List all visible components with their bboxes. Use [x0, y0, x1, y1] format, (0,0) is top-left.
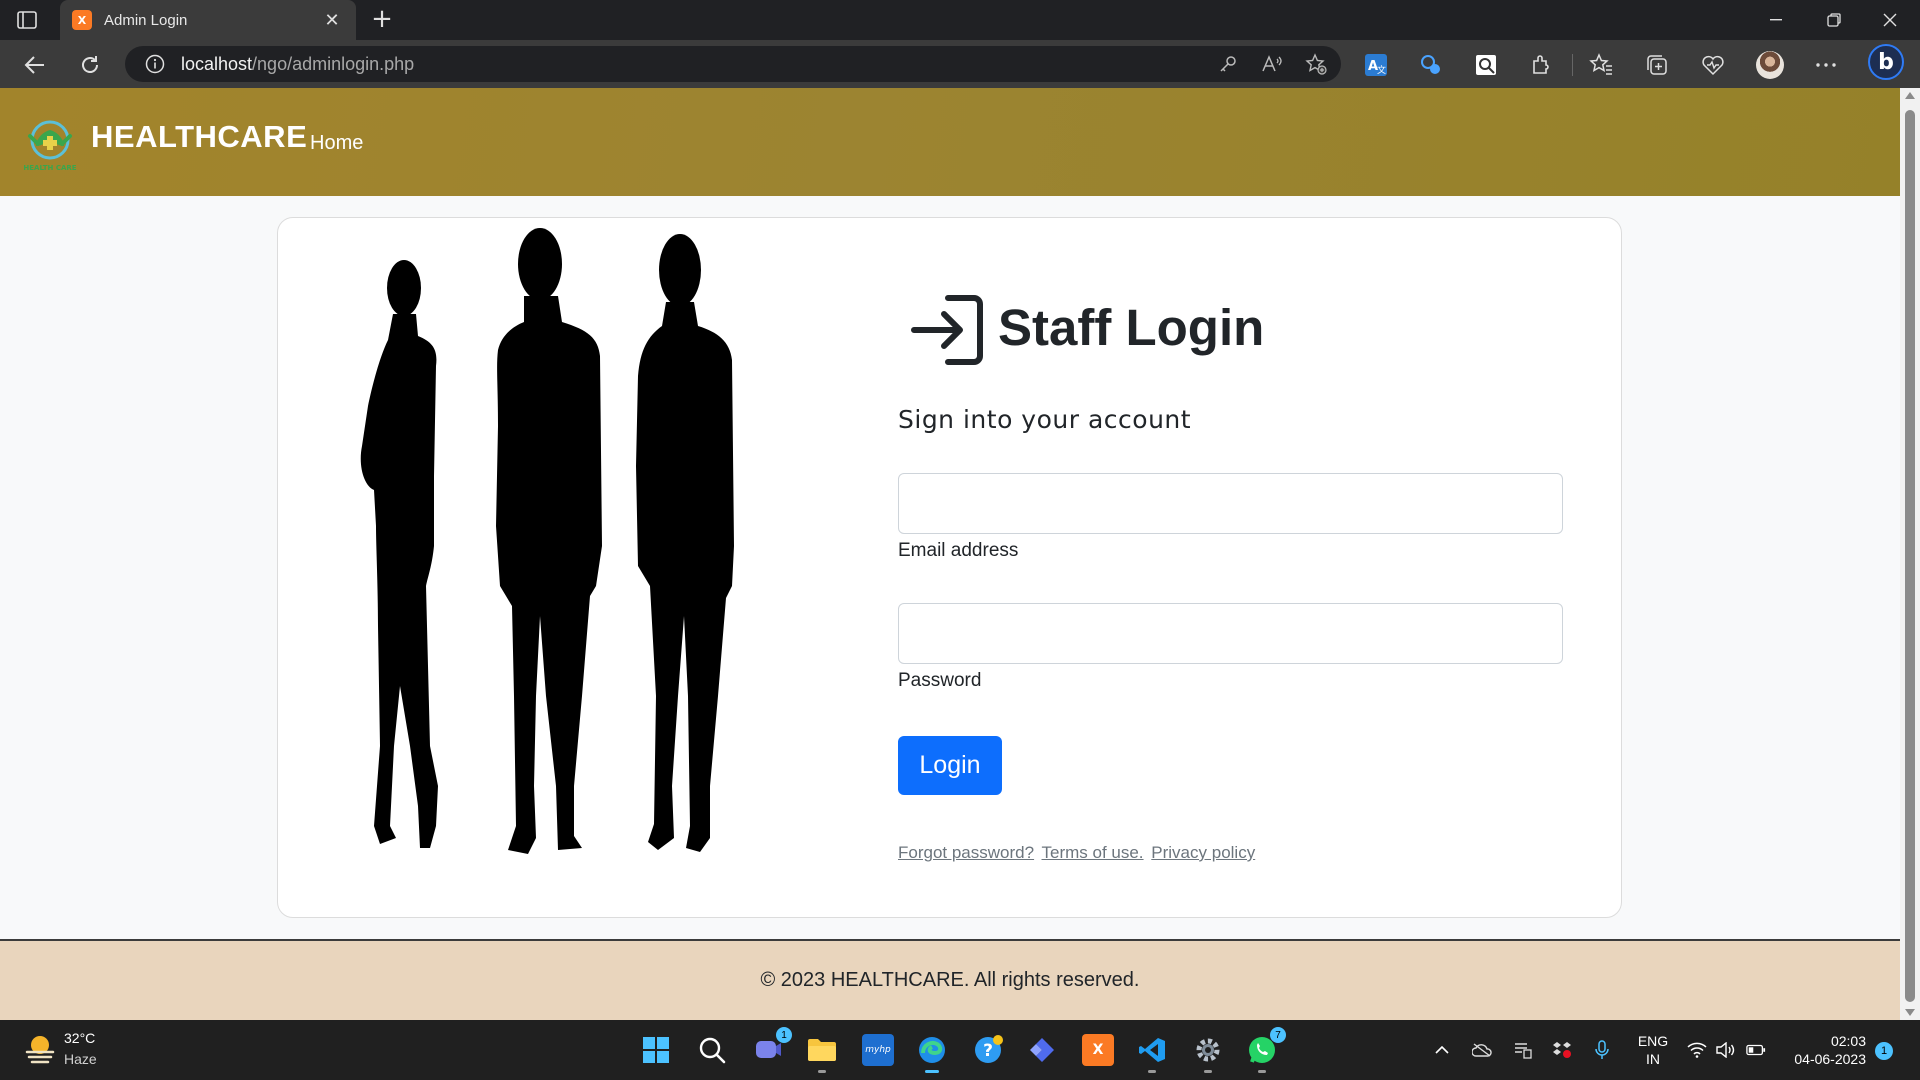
svg-text:?: ? — [983, 1041, 993, 1061]
staff-silhouettes-image — [360, 228, 734, 854]
site-footer: © 2023 HEALTHCARE. All rights reserved. — [0, 939, 1900, 1020]
back-button[interactable] — [20, 50, 50, 80]
staff-login-title: Staff Login — [998, 299, 1265, 356]
scroll-up-arrow-icon[interactable] — [1905, 92, 1915, 99]
show-hidden-icons-chevron-icon[interactable] — [1432, 1040, 1452, 1060]
browser-toolbar: localhost/ngo/adminlogin.php A文 — [0, 40, 1920, 88]
bing-chat-icon[interactable]: b — [1868, 44, 1904, 80]
page-scrollbar[interactable] — [1900, 88, 1920, 1020]
notification-badge[interactable]: 1 — [1875, 1042, 1893, 1060]
read-aloud-icon[interactable] — [1259, 52, 1285, 76]
extensions-puzzle-icon[interactable] — [1528, 52, 1554, 78]
weather-description[interactable]: Haze — [64, 1051, 97, 1067]
extension-icon[interactable] — [1418, 52, 1444, 78]
wifi-icon[interactable] — [1687, 1040, 1707, 1060]
refresh-button[interactable] — [75, 50, 105, 80]
dropbox-icon[interactable] — [1552, 1040, 1572, 1060]
display-cast-icon[interactable] — [1513, 1040, 1533, 1060]
toolbar-separator — [1572, 54, 1573, 76]
region-code: IN — [1646, 1051, 1660, 1067]
microphone-icon[interactable] — [1592, 1040, 1612, 1060]
haze-weather-icon[interactable] — [24, 1034, 56, 1064]
healthcare-logo-icon[interactable]: HEALTH CARE — [22, 116, 82, 174]
login-card: Staff Login Sign into your account Email… — [277, 217, 1622, 918]
password-input[interactable] — [898, 603, 1563, 664]
edge-browser-icon[interactable] — [916, 1034, 948, 1073]
key-icon[interactable] — [1215, 52, 1241, 76]
power-automate-icon[interactable] — [1026, 1034, 1058, 1066]
vscode-icon[interactable] — [1136, 1034, 1168, 1073]
close-tab-icon[interactable]: ✕ — [320, 10, 344, 31]
active-indicator — [925, 1070, 939, 1073]
xampp-app-icon[interactable]: X — [1082, 1034, 1114, 1066]
language-code: ENG — [1637, 1033, 1669, 1049]
tab-title: Admin Login — [104, 11, 188, 29]
settings-gear-icon[interactable] — [1192, 1034, 1224, 1073]
volume-icon[interactable] — [1716, 1040, 1736, 1060]
nav-link-home[interactable]: Home — [310, 132, 363, 155]
restore-button[interactable] — [1806, 0, 1862, 40]
myhp-app-icon[interactable]: myhp — [862, 1034, 894, 1066]
teams-chat-icon[interactable]: 1 — [752, 1027, 792, 1066]
privacy-policy-link[interactable]: Privacy policy — [1151, 843, 1255, 862]
whatsapp-icon[interactable]: 7 — [1246, 1027, 1286, 1073]
add-favorite-icon[interactable] — [1303, 52, 1329, 76]
site-navbar: HEALTH CARE HEALTHCARE Home — [0, 88, 1900, 196]
profile-avatar[interactable] — [1756, 51, 1784, 79]
weather-temperature[interactable]: 32°C — [64, 1030, 95, 1046]
whatsapp-badge: 7 — [1270, 1027, 1286, 1043]
address-bar[interactable]: localhost/ngo/adminlogin.php — [125, 46, 1341, 82]
scroll-down-arrow-icon[interactable] — [1905, 1009, 1915, 1016]
running-indicator — [1204, 1070, 1212, 1073]
login-button[interactable]: Login — [898, 736, 1002, 795]
email-input[interactable] — [898, 473, 1563, 534]
page-viewport: HEALTH CARE HEALTHCARE Home Staff Login … — [0, 88, 1900, 1020]
more-options-icon[interactable] — [1813, 52, 1839, 78]
new-tab-button[interactable]: + — [368, 6, 396, 34]
running-indicator — [818, 1070, 826, 1073]
scroll-thumb[interactable] — [1905, 110, 1915, 1002]
clock-date: 04-06-2023 — [1794, 1051, 1866, 1067]
clock-time: 02:03 — [1830, 1033, 1866, 1049]
onedrive-offline-icon[interactable] — [1472, 1040, 1492, 1060]
tab-actions-icon[interactable] — [16, 9, 38, 31]
running-indicator — [1258, 1070, 1266, 1073]
system-clock[interactable]: 02:03 04-06-2023 — [1786, 1032, 1866, 1068]
password-label: Password — [898, 670, 982, 691]
start-button[interactable] — [640, 1034, 672, 1066]
windows-taskbar: 32°C Haze 1 myhp ? X 7 ENG IN 02:03 04-0… — [0, 1020, 1920, 1080]
xampp-favicon-icon: X — [72, 10, 92, 30]
teams-badge: 1 — [776, 1027, 792, 1043]
get-help-icon[interactable]: ? — [972, 1034, 1004, 1066]
collections-icon[interactable] — [1644, 52, 1670, 78]
logo-text: HEALTH CARE — [23, 164, 76, 172]
close-window-button[interactable] — [1862, 0, 1918, 40]
file-explorer-icon[interactable] — [806, 1034, 838, 1073]
login-arrow-icon — [911, 295, 983, 365]
favorites-icon[interactable] — [1588, 52, 1614, 78]
language-indicator[interactable]: ENG IN — [1636, 1032, 1670, 1068]
battery-icon[interactable] — [1746, 1040, 1766, 1060]
browser-tab-active[interactable]: X Admin Login ✕ — [60, 0, 356, 40]
translate-icon[interactable]: A文 — [1363, 52, 1389, 78]
login-links: Forgot password? Terms of use. Privacy p… — [898, 843, 1258, 863]
forgot-password-link[interactable]: Forgot password? — [898, 843, 1034, 862]
signin-subtitle: Sign into your account — [898, 405, 1192, 434]
running-indicator — [1148, 1070, 1156, 1073]
terms-of-use-link[interactable]: Terms of use. — [1042, 843, 1144, 862]
svg-text:文: 文 — [1377, 64, 1386, 76]
address-path: /ngo/adminlogin.php — [252, 53, 415, 74]
site-info-icon[interactable] — [143, 52, 167, 76]
browser-essentials-icon[interactable] — [1700, 52, 1726, 78]
minimize-button[interactable] — [1748, 0, 1804, 40]
screenshot-icon[interactable] — [1473, 52, 1499, 78]
search-icon[interactable] — [696, 1034, 728, 1066]
email-label: Email address — [898, 540, 1019, 561]
browser-titlebar: X Admin Login ✕ + — [0, 0, 1920, 40]
site-brand[interactable]: HEALTHCARE — [91, 119, 307, 155]
footer-copyright: © 2023 HEALTHCARE. All rights reserved. — [760, 969, 1140, 991]
address-host: localhost — [181, 53, 253, 74]
